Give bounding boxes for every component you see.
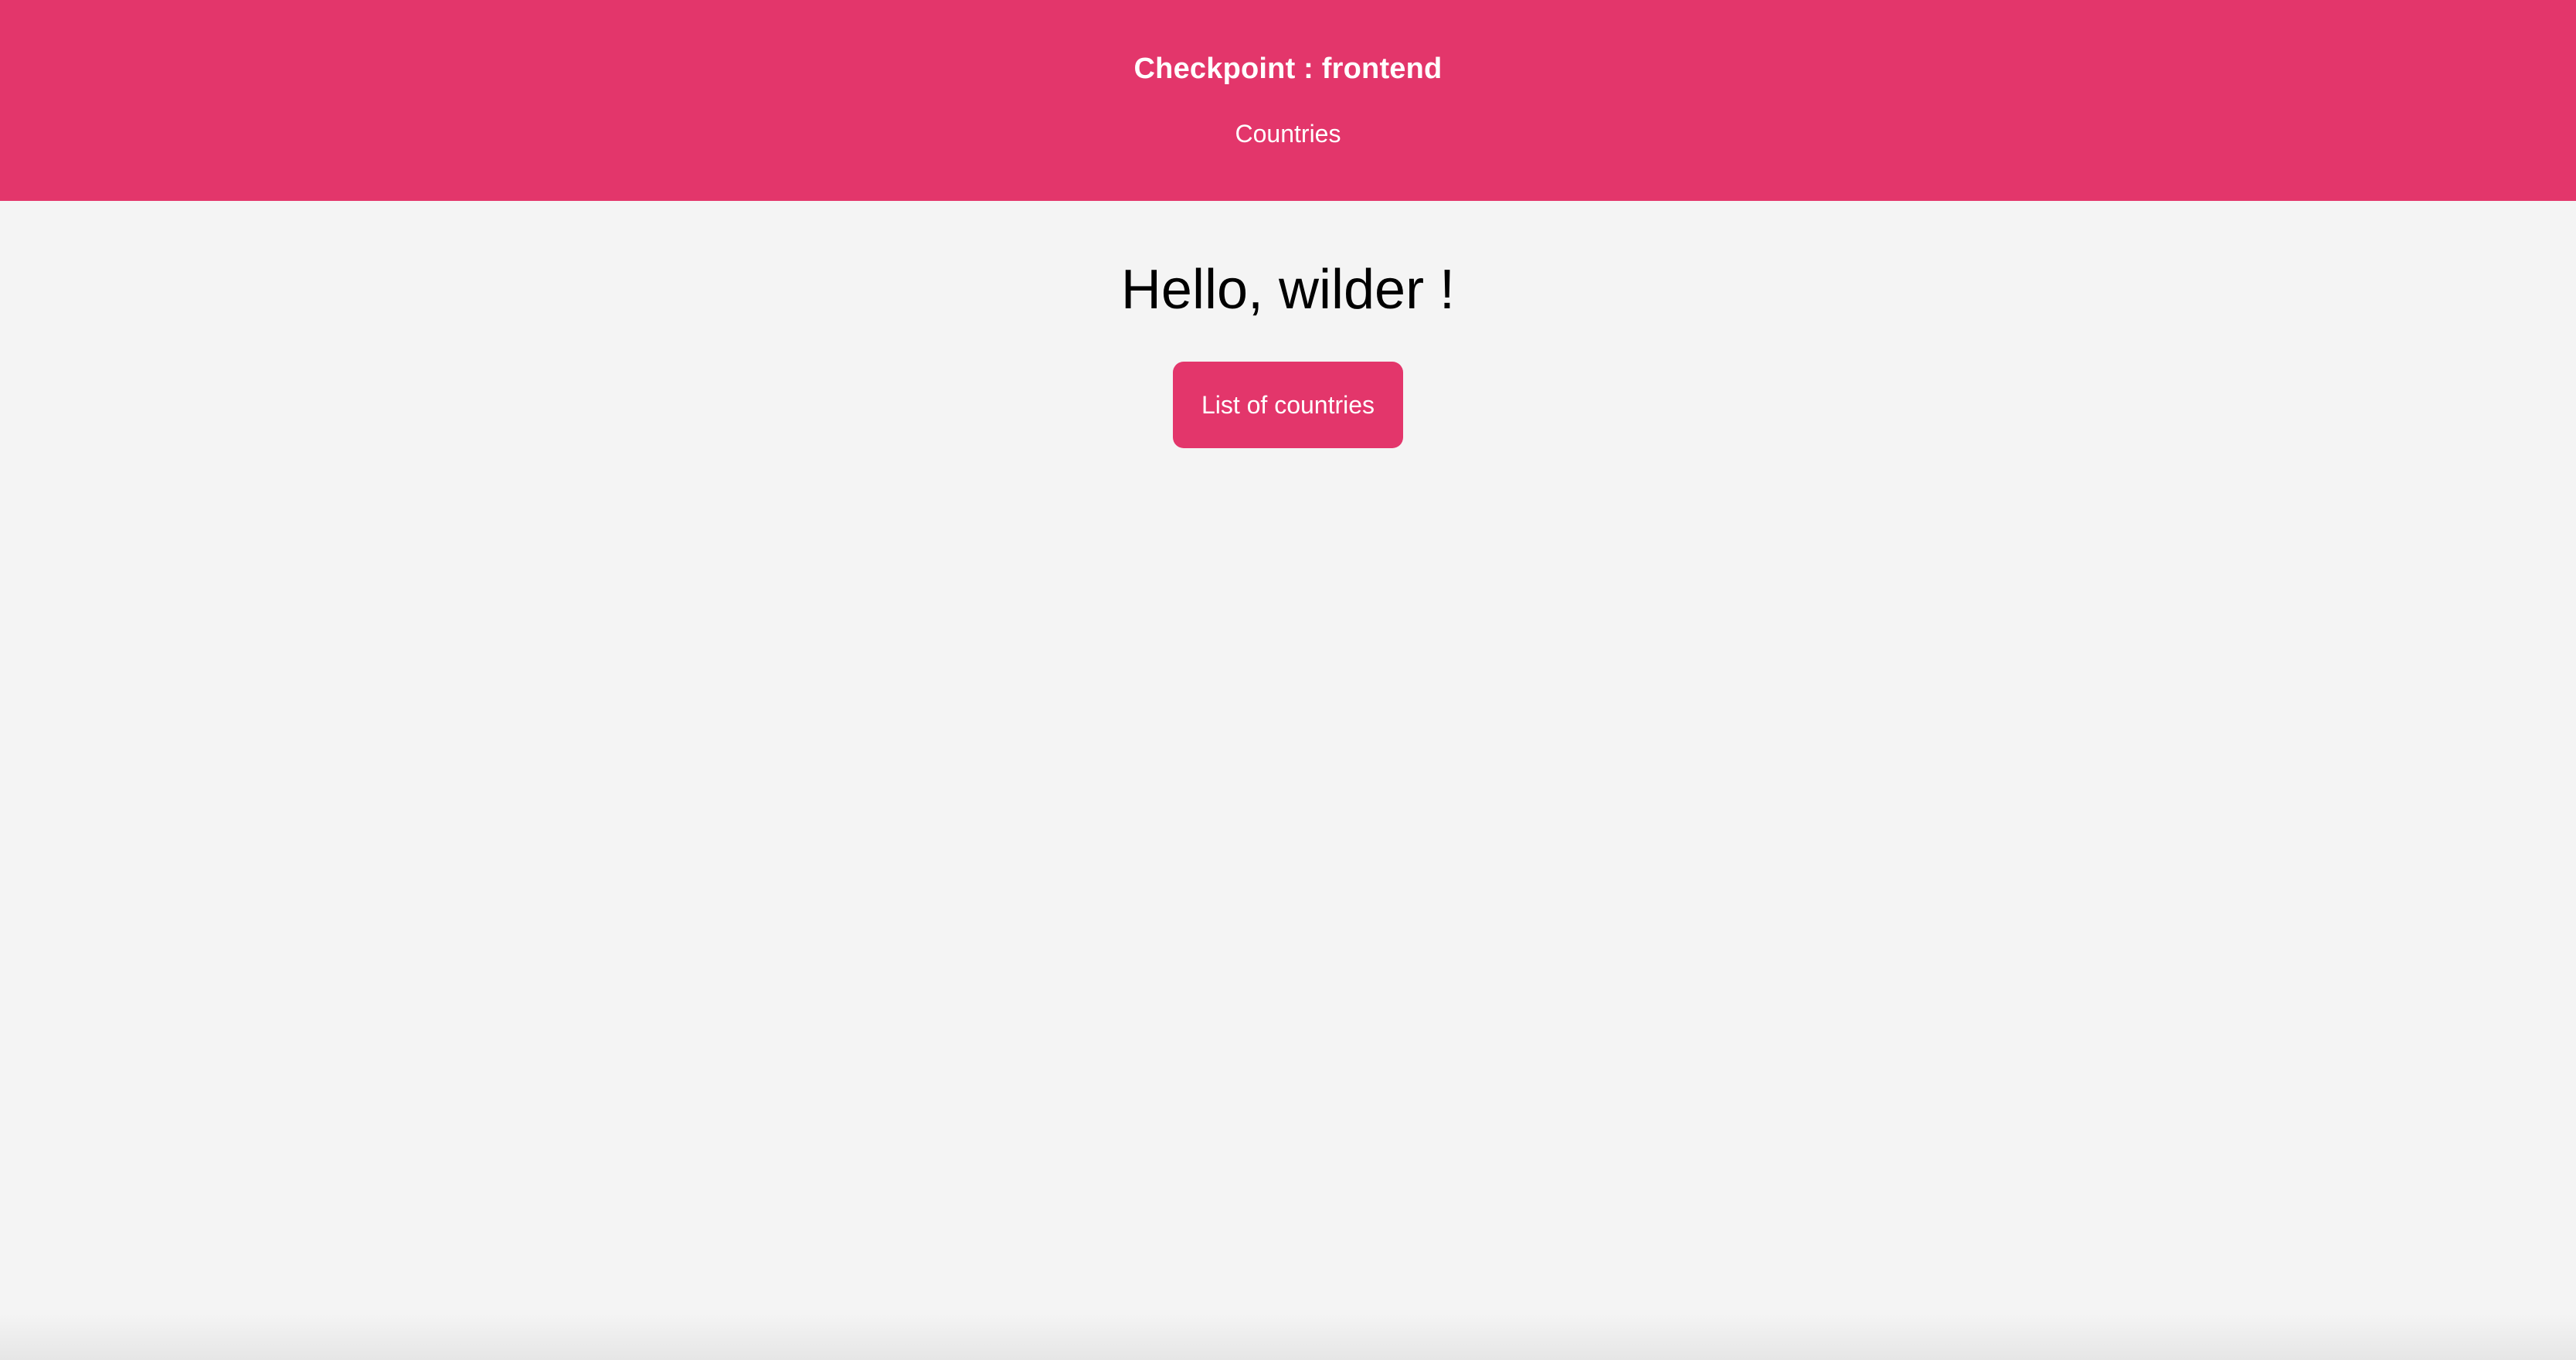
- list-of-countries-button[interactable]: List of countries: [1173, 362, 1403, 448]
- bottom-edge-shadow: [0, 1314, 2576, 1360]
- greeting-heading: Hello, wilder !: [1120, 259, 1456, 321]
- main-content: Hello, wilder ! List of countries: [0, 201, 2576, 1360]
- app-title: Checkpoint : frontend: [1133, 53, 1443, 85]
- button-container: List of countries: [0, 362, 2576, 448]
- nav-link-countries[interactable]: Countries: [0, 114, 2576, 153]
- app-header: Checkpoint : frontend Countries: [0, 0, 2576, 201]
